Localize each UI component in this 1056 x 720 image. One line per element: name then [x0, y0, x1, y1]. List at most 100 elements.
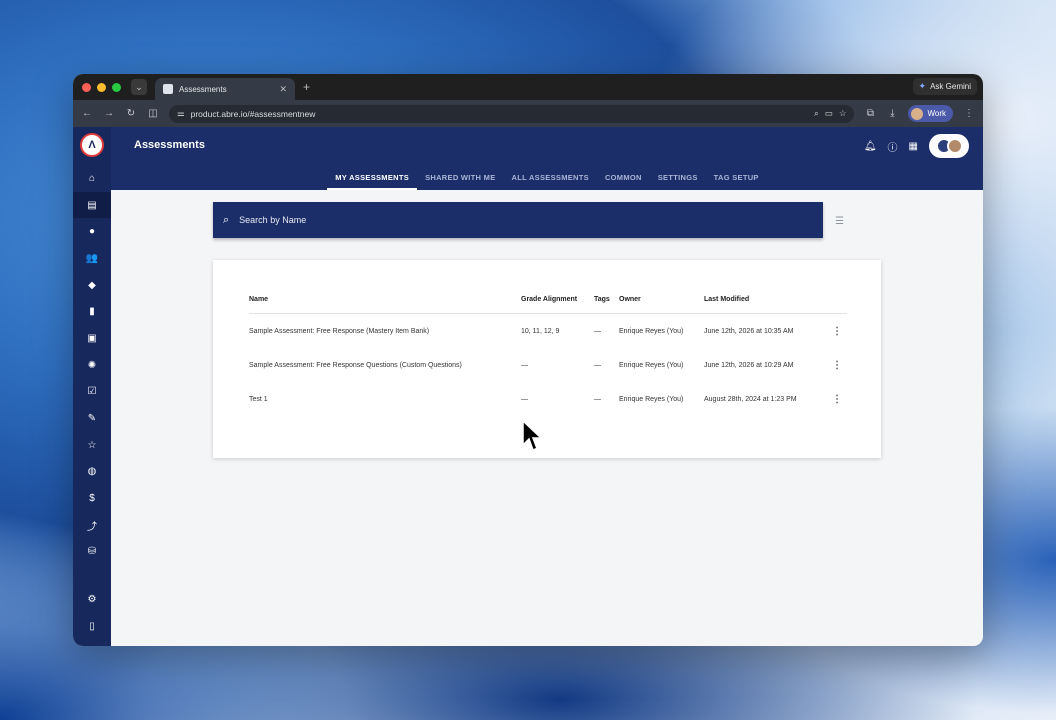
- avatar: [911, 107, 924, 120]
- search-input[interactable]: [239, 215, 800, 225]
- sidebar: Λ ⌂ ▤ ● 👥 ◆ ▮ ▣ ✺ ☑ ✎ ☆ ◍ $ ⤴ ⛁ ⚙ ▯: [73, 127, 111, 646]
- cell-tags: —: [594, 361, 601, 369]
- cell-modified: June 12th, 2026 at 10:35 AM: [704, 327, 794, 335]
- download-icon[interactable]: ⤓: [886, 108, 898, 119]
- apps-grid-icon[interactable]: ▦: [909, 141, 918, 152]
- app-root: Λ ⌂ ▤ ● 👥 ◆ ▮ ▣ ✺ ☑ ✎ ☆ ◍ $ ⤴ ⛁ ⚙ ▯ Asse…: [73, 127, 983, 646]
- header-name[interactable]: Name: [249, 290, 521, 314]
- close-window-button[interactable]: [82, 82, 91, 92]
- bell-icon[interactable]: 🔔︎: [864, 141, 877, 152]
- gear-icon[interactable]: ⚙: [73, 587, 111, 614]
- filter-icon[interactable]: ☰: [835, 216, 844, 227]
- table-row[interactable]: Sample Assessment: Free Response (Master…: [249, 314, 847, 349]
- tab-common[interactable]: COMMON: [597, 166, 650, 190]
- forward-arrow-icon[interactable]: →: [103, 108, 115, 119]
- avatar: [946, 138, 963, 154]
- site-settings-icon[interactable]: ⚌: [177, 108, 185, 119]
- tab-my-assessments[interactable]: MY ASSESSMENTS: [327, 166, 418, 190]
- tab-all-assessments[interactable]: ALL ASSESSMENTS: [504, 166, 597, 190]
- ask-gemini-label: Ask Gemini: [930, 82, 971, 91]
- page-title: Assessments: [134, 139, 205, 151]
- window-controls: [82, 82, 121, 92]
- row-menu-button[interactable]: ⋮: [827, 383, 847, 418]
- chevron-down-icon: ⌄: [135, 81, 143, 92]
- header-tags[interactable]: Tags: [594, 290, 619, 314]
- tab-shared-with-me[interactable]: SHARED WITH ME: [417, 166, 503, 190]
- lightbulb-icon[interactable]: ✺: [73, 352, 111, 379]
- app-header: Assessments 🔔︎ ⓘ ▦ MY ASSESSMENTS SHARED…: [111, 127, 983, 190]
- favicon-icon: [163, 84, 173, 94]
- ask-gemini-button[interactable]: ✦ Ask Gemini: [912, 78, 977, 95]
- star-icon[interactable]: ☆: [73, 432, 111, 459]
- tab-strip: ⌄ Assessments ✕ + ✦ Ask Gemini: [73, 74, 983, 100]
- table-row[interactable]: Sample Assessment: Free Response Questio…: [249, 348, 847, 383]
- directions-icon[interactable]: ◆: [73, 272, 111, 299]
- person-edit-icon[interactable]: ✎: [73, 405, 111, 432]
- url-text: product.abre.io/#assessmentnew: [190, 108, 316, 119]
- close-icon[interactable]: ✕: [279, 84, 287, 95]
- header-menu: [827, 290, 847, 314]
- main-content: ⌕ ☰ Name Grade Alignment Tags Owner Last…: [111, 190, 983, 646]
- account-icon[interactable]: ●: [73, 218, 111, 245]
- maximize-window-button[interactable]: [112, 82, 121, 92]
- header-grade[interactable]: Grade Alignment: [521, 290, 594, 314]
- new-tab-button[interactable]: +: [303, 80, 310, 94]
- table-header-row: Name Grade Alignment Tags Owner Last Mod…: [249, 290, 847, 314]
- cell-modified: August 28th, 2024 at 1:23 PM: [704, 396, 797, 404]
- cell-tags: —: [594, 327, 601, 335]
- home-icon[interactable]: ⌂: [73, 165, 111, 192]
- table-row[interactable]: Test 1 — — Enrique Reyes (You) August 28…: [249, 383, 847, 418]
- dollar-icon[interactable]: $: [73, 485, 111, 512]
- cell-name[interactable]: Sample Assessment: Free Response Questio…: [249, 348, 521, 383]
- row-menu-button[interactable]: ⋮: [827, 348, 847, 383]
- cast-icon[interactable]: ▭: [825, 108, 833, 119]
- checklist-icon[interactable]: ☑: [73, 379, 111, 406]
- header-owner[interactable]: Owner: [619, 290, 704, 314]
- cell-grade: —: [521, 396, 528, 404]
- minimize-window-button[interactable]: [97, 82, 106, 92]
- browser-toolbar: ← → ↻ ◫ ⚌ product.abre.io/#assessmentnew…: [73, 100, 983, 127]
- reload-icon[interactable]: ↻: [125, 108, 137, 119]
- tab-tag-setup[interactable]: TAG SETUP: [706, 166, 767, 190]
- row-menu-button[interactable]: ⋮: [827, 314, 847, 349]
- cell-name[interactable]: Sample Assessment: Free Response (Master…: [249, 314, 521, 349]
- assessments-card: Name Grade Alignment Tags Owner Last Mod…: [213, 260, 881, 458]
- browser-tab[interactable]: Assessments ✕: [155, 78, 295, 100]
- cell-name[interactable]: Test 1: [249, 383, 521, 418]
- search-bar: ⌕: [213, 202, 823, 238]
- tab-title: Assessments: [179, 84, 227, 94]
- abre-logo[interactable]: Λ: [80, 133, 104, 157]
- mouse-cursor-icon: [522, 420, 542, 451]
- address-bar[interactable]: ⚌ product.abre.io/#assessmentnew ⌕ ▭ ☆: [169, 104, 855, 123]
- header-modified[interactable]: Last Modified: [704, 290, 827, 314]
- cell-owner: Enrique Reyes (You): [619, 327, 684, 335]
- user-menu-button[interactable]: [929, 134, 969, 158]
- people-icon[interactable]: 👥: [73, 245, 111, 272]
- mobile-icon[interactable]: ▯: [73, 613, 111, 640]
- zoom-icon[interactable]: ⌕: [814, 108, 819, 119]
- book-icon[interactable]: ▮: [73, 298, 111, 325]
- gemini-icon: ✦: [918, 81, 927, 91]
- split-view-icon[interactable]: ◫: [147, 108, 159, 119]
- cell-owner: Enrique Reyes (You): [619, 396, 684, 404]
- dashboard-icon[interactable]: ▤: [73, 191, 111, 219]
- profile-chip[interactable]: Work: [908, 105, 953, 122]
- tab-search-button[interactable]: ⌄: [131, 79, 147, 95]
- back-arrow-icon[interactable]: ←: [81, 108, 93, 119]
- more-vert-icon: ⋮: [832, 394, 842, 406]
- more-vert-icon: ⋮: [832, 359, 842, 371]
- extensions-icon[interactable]: ⧉: [864, 108, 876, 119]
- profile-label: Work: [927, 109, 946, 118]
- more-vert-icon[interactable]: ⋮: [963, 108, 975, 119]
- database-settings-icon[interactable]: ⛁: [73, 539, 111, 566]
- help-icon[interactable]: ⓘ: [888, 139, 898, 154]
- cell-tags: —: [594, 396, 601, 404]
- globe-icon[interactable]: ◍: [73, 459, 111, 486]
- cell-modified: June 12th, 2026 at 10:29 AM: [704, 361, 794, 369]
- clipboard-icon[interactable]: ▣: [73, 325, 111, 352]
- trend-icon[interactable]: ⤴: [73, 512, 111, 539]
- assessments-table: Name Grade Alignment Tags Owner Last Mod…: [249, 290, 847, 417]
- cell-owner: Enrique Reyes (You): [619, 361, 684, 369]
- tab-settings[interactable]: SETTINGS: [650, 166, 706, 190]
- bookmark-star-icon[interactable]: ☆: [839, 108, 847, 119]
